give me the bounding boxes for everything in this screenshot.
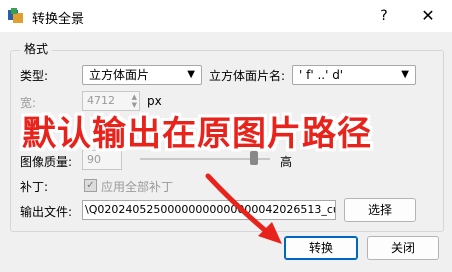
annotation-arrow-icon [205, 173, 282, 244]
